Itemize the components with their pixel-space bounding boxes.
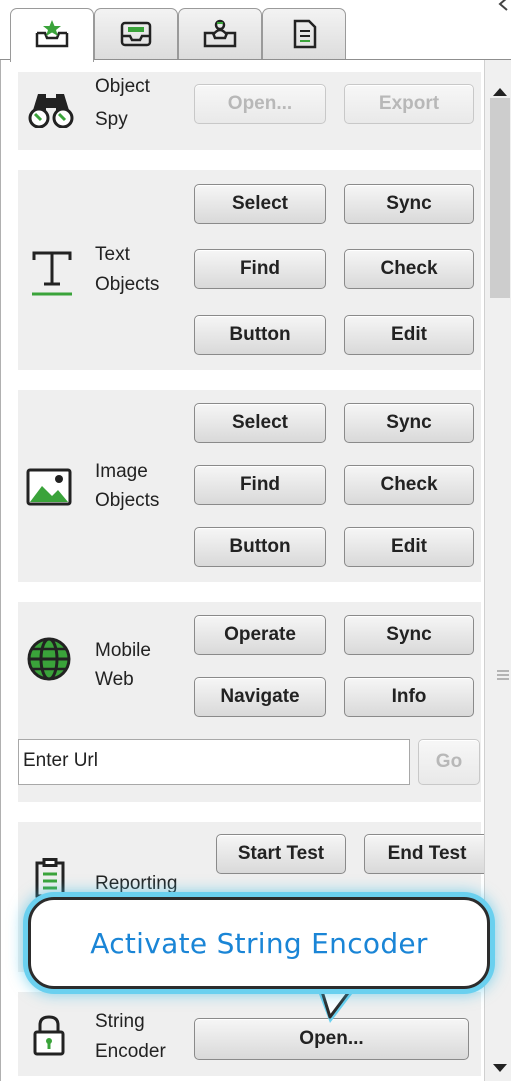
- go-button[interactable]: Go: [418, 739, 480, 785]
- document-icon: [293, 19, 317, 49]
- mobile-sync-button[interactable]: Sync: [344, 615, 474, 655]
- tab-bar: [0, 0, 511, 62]
- tab-document[interactable]: [262, 8, 346, 60]
- scroll-grip-icon: [497, 670, 509, 680]
- globe-icon: [27, 637, 71, 681]
- mobile-web-label-line1: Mobile: [95, 640, 151, 661]
- tab-user-tray[interactable]: [178, 8, 262, 60]
- text-objects-group: Text Objects Select Sync Find Check Butt…: [18, 170, 481, 370]
- text-button-button[interactable]: Button: [194, 315, 326, 355]
- image-button-button[interactable]: Button: [194, 527, 326, 567]
- start-test-button[interactable]: Start Test: [216, 834, 346, 874]
- url-input[interactable]: Enter Url: [18, 739, 410, 785]
- mobile-web-label-line2: Web: [95, 669, 134, 690]
- scroll-down-icon[interactable]: [491, 1062, 509, 1074]
- callout-bubble: Activate String Encoder: [28, 897, 490, 989]
- image-sync-button[interactable]: Sync: [344, 403, 474, 443]
- text-objects-label-line2: Objects: [95, 274, 160, 295]
- chevron-left-icon[interactable]: [495, 0, 511, 12]
- image-objects-label-line2: Objects: [95, 490, 160, 511]
- mobile-operate-button[interactable]: Operate: [194, 615, 326, 655]
- image-edit-button[interactable]: Edit: [344, 527, 474, 567]
- object-spy-group: Object Spy Open... Export: [18, 72, 481, 150]
- text-objects-label-line1: Text: [95, 244, 130, 265]
- clipboard-icon: [35, 858, 65, 898]
- user-tray-icon: [203, 19, 237, 48]
- text-edit-button[interactable]: Edit: [344, 315, 474, 355]
- scroll-thumb[interactable]: [490, 98, 510, 298]
- image-objects-label-line1: Image: [95, 461, 148, 482]
- object-spy-open-button[interactable]: Open...: [194, 84, 326, 124]
- text-find-button[interactable]: Find: [194, 249, 326, 289]
- image-icon: [26, 468, 72, 506]
- padlock-icon: [33, 1015, 65, 1056]
- image-objects-group: Image Objects Select Sync Find Check But…: [18, 390, 481, 582]
- reporting-label: Reporting: [95, 873, 178, 894]
- object-spy-export-button[interactable]: Export: [344, 84, 474, 124]
- tab-tray[interactable]: [94, 8, 178, 60]
- image-find-button[interactable]: Find: [194, 465, 326, 505]
- string-encoder-label-line1: String: [95, 1011, 145, 1032]
- image-select-button[interactable]: Select: [194, 403, 326, 443]
- binoculars-icon: [28, 94, 74, 128]
- tab-star-tray[interactable]: [10, 8, 94, 62]
- string-encoder-label-line2: Encoder: [95, 1041, 166, 1062]
- mobile-info-button[interactable]: Info: [344, 677, 474, 717]
- tray-icon: [120, 21, 152, 47]
- text-check-button[interactable]: Check: [344, 249, 474, 289]
- string-encoder-group: String Encoder Open...: [18, 992, 481, 1076]
- object-spy-label-line2: Spy: [95, 109, 128, 130]
- image-check-button[interactable]: Check: [344, 465, 474, 505]
- object-spy-label-line1: Object: [95, 76, 150, 97]
- mobile-navigate-button[interactable]: Navigate: [194, 677, 326, 717]
- text-select-button[interactable]: Select: [194, 184, 326, 224]
- end-test-button[interactable]: End Test: [364, 834, 490, 874]
- text-sync-button[interactable]: Sync: [344, 184, 474, 224]
- text-icon: [32, 251, 72, 296]
- star-tray-icon: [35, 20, 69, 48]
- scroll-up-icon[interactable]: [491, 86, 509, 98]
